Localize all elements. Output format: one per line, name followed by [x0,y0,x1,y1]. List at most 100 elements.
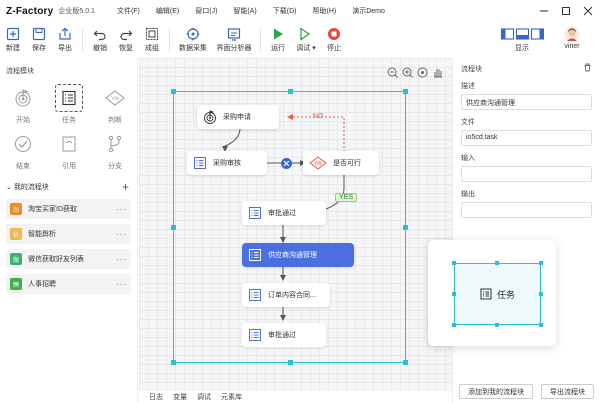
menu-help[interactable]: 帮助(H) [312,6,336,16]
node-label: 订单内容合同... [268,292,316,299]
export-block-button[interactable]: 导出流程块 [541,384,594,399]
node-contract[interactable]: 订单内容合同... [242,283,330,307]
maximize-icon[interactable] [560,5,572,17]
menu-demo[interactable]: 演示Demo [352,6,385,16]
redo-button[interactable]: 恢复 [113,22,139,58]
list-item-label: 人事招聘 [28,281,56,288]
resize-handle[interactable] [171,225,176,230]
add-icon[interactable]: + [122,180,129,194]
toolbar-divider [169,28,170,52]
save-label: 保存 [32,45,46,52]
more-icon[interactable]: ··· [116,230,127,239]
task-preview[interactable]: 任务 [454,263,541,325]
menu-ai[interactable]: 智能(A) [233,6,256,16]
resize-handle[interactable] [288,89,293,94]
more-icon[interactable]: ··· [116,280,127,289]
menu-edit[interactable]: 编辑(E) [156,6,179,16]
block-branch[interactable]: 分支 [92,130,138,176]
wechat-icon: 微 [10,253,22,265]
node-purchase-apply[interactable]: 采购申请 [197,105,279,129]
display-label: 显示 [515,45,529,52]
user-profile[interactable]: viner [557,22,587,58]
list-item[interactable]: 析 智能舆析 ··· [6,224,131,244]
undo-button[interactable]: 撤销 [87,22,113,58]
save-button[interactable]: 保存 [26,22,52,58]
node-feasible[interactable]: Y/N 是否可行 [303,151,379,175]
group-icon [143,26,161,42]
debug-button[interactable]: 调试 ▾ [291,22,321,58]
export-button[interactable]: 导出 [52,22,78,58]
display-button[interactable]: 显示 [495,22,549,58]
check-circle-icon [9,130,37,158]
new-icon [4,26,22,42]
block-reference-label: 引用 [62,163,76,170]
node-supplier[interactable]: 供应商沟通管理 [242,243,354,267]
output-field[interactable] [461,202,592,218]
add-to-my-blocks-button[interactable]: 添加到我的流程块 [459,384,533,399]
menu-bar: Z-Factory 企业版5.0.1 文件(F) 编辑(E) 窗口(J) 智能(… [0,0,600,22]
new-button[interactable]: 新建 [0,22,26,58]
block-task[interactable]: 任务 [46,84,92,130]
node-label: 采购申请 [223,114,251,121]
resize-handle[interactable] [403,89,408,94]
node-label: 是否可行 [333,160,361,167]
debug-label: 调试 ▾ [296,45,316,52]
file-label: 文件 [461,119,475,126]
data-collect-button[interactable]: 数据采集 [174,22,212,58]
node-label: 供应商沟通管理 [268,252,317,259]
list-item[interactable]: 聘 人事招聘 ··· [6,274,131,294]
export-icon [56,26,74,42]
ui-analyzer-button[interactable]: 界面分析器 [212,22,256,58]
task-icon [248,288,262,302]
list-item-label: 智能舆析 [28,231,56,238]
list-item[interactable]: 微 微信获取好友列表 ··· [6,249,131,269]
tab-debug[interactable]: 调试 [197,392,211,402]
run-button[interactable]: 运行 [265,22,291,58]
block-palette: 开始 任务 Y/N 判断 结束 引用 分支 [0,84,137,176]
block-start[interactable]: 开始 [0,84,46,130]
list-item-label: 微信获取好友列表 [28,256,84,263]
flow-canvas[interactable]: NO YES 采购申请 采购审核 Y/N 是否可行 审批通过 供应商沟通管理 订… [139,58,452,391]
svg-text:Y/N: Y/N [313,161,321,166]
block-end[interactable]: 结束 [0,130,46,176]
trash-icon[interactable] [583,63,592,74]
more-icon[interactable]: ··· [116,255,127,264]
resize-handle[interactable] [171,360,176,365]
stop-button[interactable]: 停止 [321,22,347,58]
node-purchase-review[interactable]: 采购审核 [187,151,267,175]
main-menu: 文件(F) 编辑(E) 窗口(J) 智能(A) 下载(D) 帮助(H) 演示De… [117,6,401,16]
desc-label: 描述 [461,83,475,90]
tab-variables[interactable]: 变量 [173,392,187,402]
more-icon[interactable]: ··· [116,205,127,214]
minimize-icon[interactable] [538,5,550,17]
my-blocks-title: ⌄ 我的流程块 [6,184,49,191]
list-item[interactable]: 淘 淘宝买家ID获取 ··· [6,199,131,219]
node-approve-1[interactable]: 审批通过 [242,201,326,225]
group-button[interactable]: 成组 [139,22,165,58]
resize-handle [452,323,456,327]
resize-handle[interactable] [288,360,293,365]
ui-analyzer-label: 界面分析器 [216,45,252,52]
debug-play-icon [297,26,315,42]
resize-handle[interactable] [171,89,176,94]
ui-analyzer-icon [225,26,243,42]
node-approve-2[interactable]: 审批通过 [242,323,326,347]
output-label: 输出 [461,191,475,198]
tab-log[interactable]: 日志 [149,392,163,402]
stop-icon [325,26,343,42]
menu-window[interactable]: 窗口(J) [195,6,217,16]
decision-icon: Y/N [101,84,129,112]
tab-elements[interactable]: 元素库 [221,392,242,402]
menu-download[interactable]: 下载(D) [273,6,297,16]
close-icon[interactable] [582,5,594,17]
file-field[interactable]: io5cd.task [461,130,592,146]
resize-handle[interactable] [403,360,408,365]
block-reference[interactable]: 引用 [46,130,92,176]
resize-handle[interactable] [403,225,408,230]
start-icon [203,110,217,124]
block-judge[interactable]: Y/N 判断 [92,84,138,130]
branch-icon [101,130,129,158]
input-field[interactable] [461,166,592,182]
menu-file[interactable]: 文件(F) [117,6,140,16]
desc-field[interactable]: 供应商沟通管理 [461,94,592,110]
